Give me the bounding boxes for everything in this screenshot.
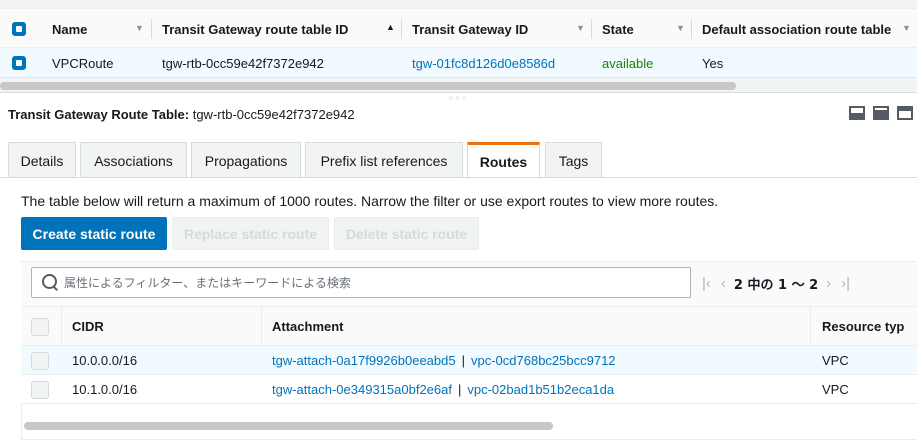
column-header-attachment[interactable]: Attachment [272,307,344,346]
tab-propagations[interactable]: Propagations [191,142,301,178]
prev-page-icon[interactable]: ‹ [721,275,726,292]
panel-half-icon[interactable] [873,106,889,120]
detail-tabs: Details Associations Propagations Prefix… [0,142,917,179]
route-tables-table: Name ▼ Transit Gateway route table ID ▲ … [0,0,917,92]
column-header-state[interactable]: State ▼ [592,9,692,49]
first-page-icon[interactable]: |‹ [702,275,711,292]
last-page-icon[interactable]: ›| [841,275,850,292]
checkbox-checked-icon [12,22,26,36]
top-table-scrollbar[interactable] [0,82,736,90]
routes-select-all-checkbox[interactable] [31,307,49,346]
column-header-resource-type[interactable]: Resource typ [822,307,904,346]
panel-size-controls [849,106,913,120]
panel-minimize-icon[interactable] [849,106,865,120]
route-row[interactable]: 10.0.0.0/16 tgw-attach-0a17f9926b0eeabd5… [21,346,917,375]
tab-routes[interactable]: Routes [467,142,540,179]
attachment-link[interactable]: tgw-attach-0e349315a0bf2e6af [272,382,452,397]
column-header-cidr[interactable]: CIDR [72,307,104,346]
create-static-route-button[interactable]: Create static route [21,217,167,250]
next-page-icon[interactable]: › [826,275,831,292]
route-cidr: 10.1.0.0/16 [72,382,138,397]
row-default-association: Yes [702,55,724,71]
route-row[interactable]: 10.1.0.0/16 tgw-attach-0e349315a0bf2e6af… [21,375,917,404]
routes-table-scrollbar[interactable] [24,422,553,430]
row-state: available [602,55,654,71]
row-checkbox[interactable] [12,48,42,78]
routes-info-text: The table below will return a maximum of… [21,193,719,209]
column-header-default-association[interactable]: Default association route table ▼ [692,9,917,49]
route-cidr: 10.0.0.0/16 [72,353,138,368]
vpc-link[interactable]: vpc-02bad1b51b2eca1da [467,382,614,397]
drag-grip-icon[interactable]: ○○○ [449,95,468,102]
pager-text: 2 中の 1 〜 2 [733,277,819,293]
routes-search-box[interactable] [31,267,691,298]
vpc-link[interactable]: vpc-0cd768bc25bcc9712 [471,353,616,368]
route-resource-type: VPC [822,353,849,368]
routes-search-input[interactable] [64,275,684,290]
route-attachment: tgw-attach-0a17f9926b0eeabd5 | vpc-0cd76… [272,353,616,368]
route-row-checkbox[interactable] [31,375,49,404]
delete-static-route-button[interactable]: Delete static route [334,217,479,250]
column-header-name[interactable]: Name ▼ [42,9,152,49]
route-tables-header: Name ▼ Transit Gateway route table ID ▲ … [0,8,917,48]
column-header-tgw-id[interactable]: Transit Gateway ID ▼ [402,9,592,49]
panel-maximize-icon[interactable] [897,106,913,120]
route-row-checkbox[interactable] [31,346,49,375]
row-tgw-id-link[interactable]: tgw-01fc8d126d0e8586d [412,48,555,78]
sort-caret-icon: ▼ [902,23,911,33]
routes-table-header: CIDR Attachment Resource typ [21,307,917,346]
replace-static-route-button[interactable]: Replace static route [172,217,329,250]
sort-caret-icon: ▼ [135,23,144,33]
checkbox-checked-icon [12,56,26,70]
row-name: VPCRoute [52,55,114,71]
detail-panel-title: Transit Gateway Route Table: tgw-rtb-0cc… [8,107,355,122]
sort-caret-icon: ▼ [576,23,585,33]
route-attachment: tgw-attach-0e349315a0bf2e6af | vpc-02bad… [272,382,615,397]
sort-ascending-icon: ▲ [386,22,395,32]
search-icon [38,271,62,295]
column-header-route-table-id[interactable]: Transit Gateway route table ID ▲ [152,9,402,49]
routes-pager: |‹ ‹ 2 中の 1 〜 2 › ›| [702,270,850,296]
tab-tags[interactable]: Tags [545,142,602,178]
select-all-checkbox[interactable] [12,9,42,49]
row-route-table-id: tgw-rtb-0cc59e42f7372e942 [162,55,324,71]
tab-associations[interactable]: Associations [80,142,187,178]
attachment-link[interactable]: tgw-attach-0a17f9926b0eeabd5 [272,353,456,368]
route-table-row[interactable]: VPCRoute tgw-rtb-0cc59e42f7372e942 tgw-0… [0,48,917,78]
tab-prefix-list-references[interactable]: Prefix list references [305,142,463,178]
sort-caret-icon: ▼ [676,23,685,33]
route-resource-type: VPC [822,382,849,397]
tab-details[interactable]: Details [8,142,76,178]
